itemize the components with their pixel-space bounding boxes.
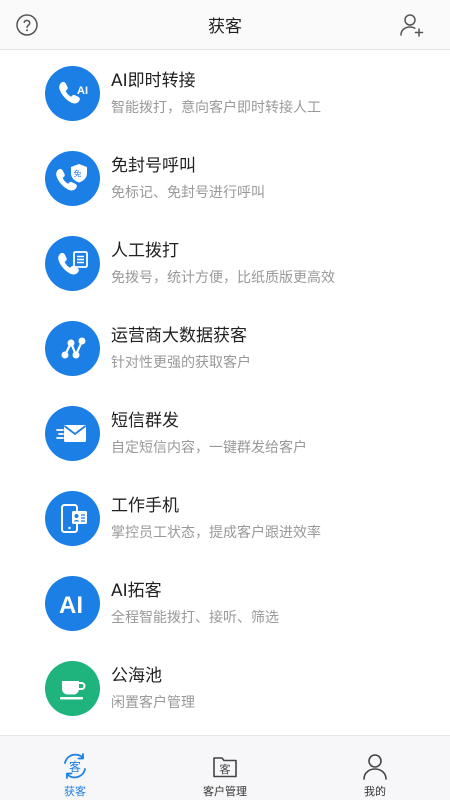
customer-cycle-icon: 客 [64,753,86,779]
tab-icon-glyph: 客 [220,762,231,776]
item-title: AI即时转接 [111,71,196,91]
phone-ai-icon: AI [45,66,100,121]
list-item-work-phone[interactable]: 工作手机 掌控员工状态，提成客户跟进效率 [0,476,450,561]
svg-text:AI: AI [59,592,83,619]
top-bar: 获客 [0,0,450,50]
item-desc: 掌控员工状态，提成客户跟进效率 [111,525,321,541]
app-root: 获客 AI AI即时转接 智能拨打，意向客户即时转接人工 免 免封号呼叫 免标记… [0,0,450,800]
list-item-no-block-call[interactable]: 免 免封号呼叫 免标记、免封号进行呼叫 [0,136,450,221]
tab-label: 获客 [64,785,86,798]
item-desc: 自定短信内容，一键群发给客户 [111,440,307,456]
item-title: 运营商大数据获客 [111,326,247,346]
item-title: 公海池 [111,666,162,686]
folder-customer-icon: 客 [213,757,237,778]
tab-icon-glyph: 客 [69,759,81,774]
item-title: 人工拨打 [111,241,179,261]
item-desc: 全程智能拨打、接听、筛选 [111,610,279,626]
item-desc: 针对性更强的获取客户 [111,355,251,371]
tab-customer-management[interactable]: 客 客户管理 [150,736,300,800]
page-title: 获客 [208,17,242,37]
question-circle-icon [16,14,38,36]
tab-label: 我的 [364,785,386,798]
item-desc: 免标记、免封号进行呼叫 [111,185,265,201]
bottom-tab-bar: 客 获客 客 客户管理 我的 [0,735,450,800]
phone-list-icon [45,236,100,291]
item-desc: 闲置客户管理 [111,695,195,711]
item-desc: 智能拨打，意向客户即时转接人工 [111,100,321,116]
tab-label: 客户管理 [203,785,247,798]
list-item-ai-expansion[interactable]: AI AI拓客 全程智能拨打、接听、筛选 [0,561,450,646]
list-item-ai-transfer[interactable]: AI AI即时转接 智能拨打，意向客户即时转接人工 [0,51,450,136]
item-title: AI拓客 [111,581,162,601]
person-add-icon [400,14,424,37]
list-item-public-pool[interactable]: 公海池 闲置客户管理 [0,646,450,731]
feature-list: AI AI即时转接 智能拨打，意向客户即时转接人工 免 免封号呼叫 免标记、免封… [0,51,450,731]
list-item-manual-dial[interactable]: 人工拨打 免拨号，统计方便，比纸质版更高效 [0,221,450,306]
item-title: 短信群发 [111,411,179,431]
phone-shield-icon: 免 [45,151,100,206]
list-item-carrier-bigdata[interactable]: 运营商大数据获客 针对性更强的获取客户 [0,306,450,391]
item-desc: 免拨号，统计方便，比纸质版更高效 [111,270,335,286]
envelope-send-icon [45,406,100,461]
list-item-sms-broadcast[interactable]: 短信群发 自定短信内容，一键群发给客户 [0,391,450,476]
tab-me[interactable]: 我的 [300,736,450,800]
add-user-button[interactable] [396,9,428,41]
svg-text:免: 免 [73,168,81,178]
ai-icon: AI [45,576,100,631]
network-nodes-icon [45,321,100,376]
user-icon [363,754,387,780]
svg-text:AI: AI [77,85,88,97]
cup-icon [45,661,100,716]
item-title: 免封号呼叫 [111,156,196,176]
help-button[interactable] [11,9,43,41]
item-title: 工作手机 [111,496,179,516]
tab-acquire[interactable]: 客 获客 [0,736,150,800]
mobile-card-icon [45,491,100,546]
